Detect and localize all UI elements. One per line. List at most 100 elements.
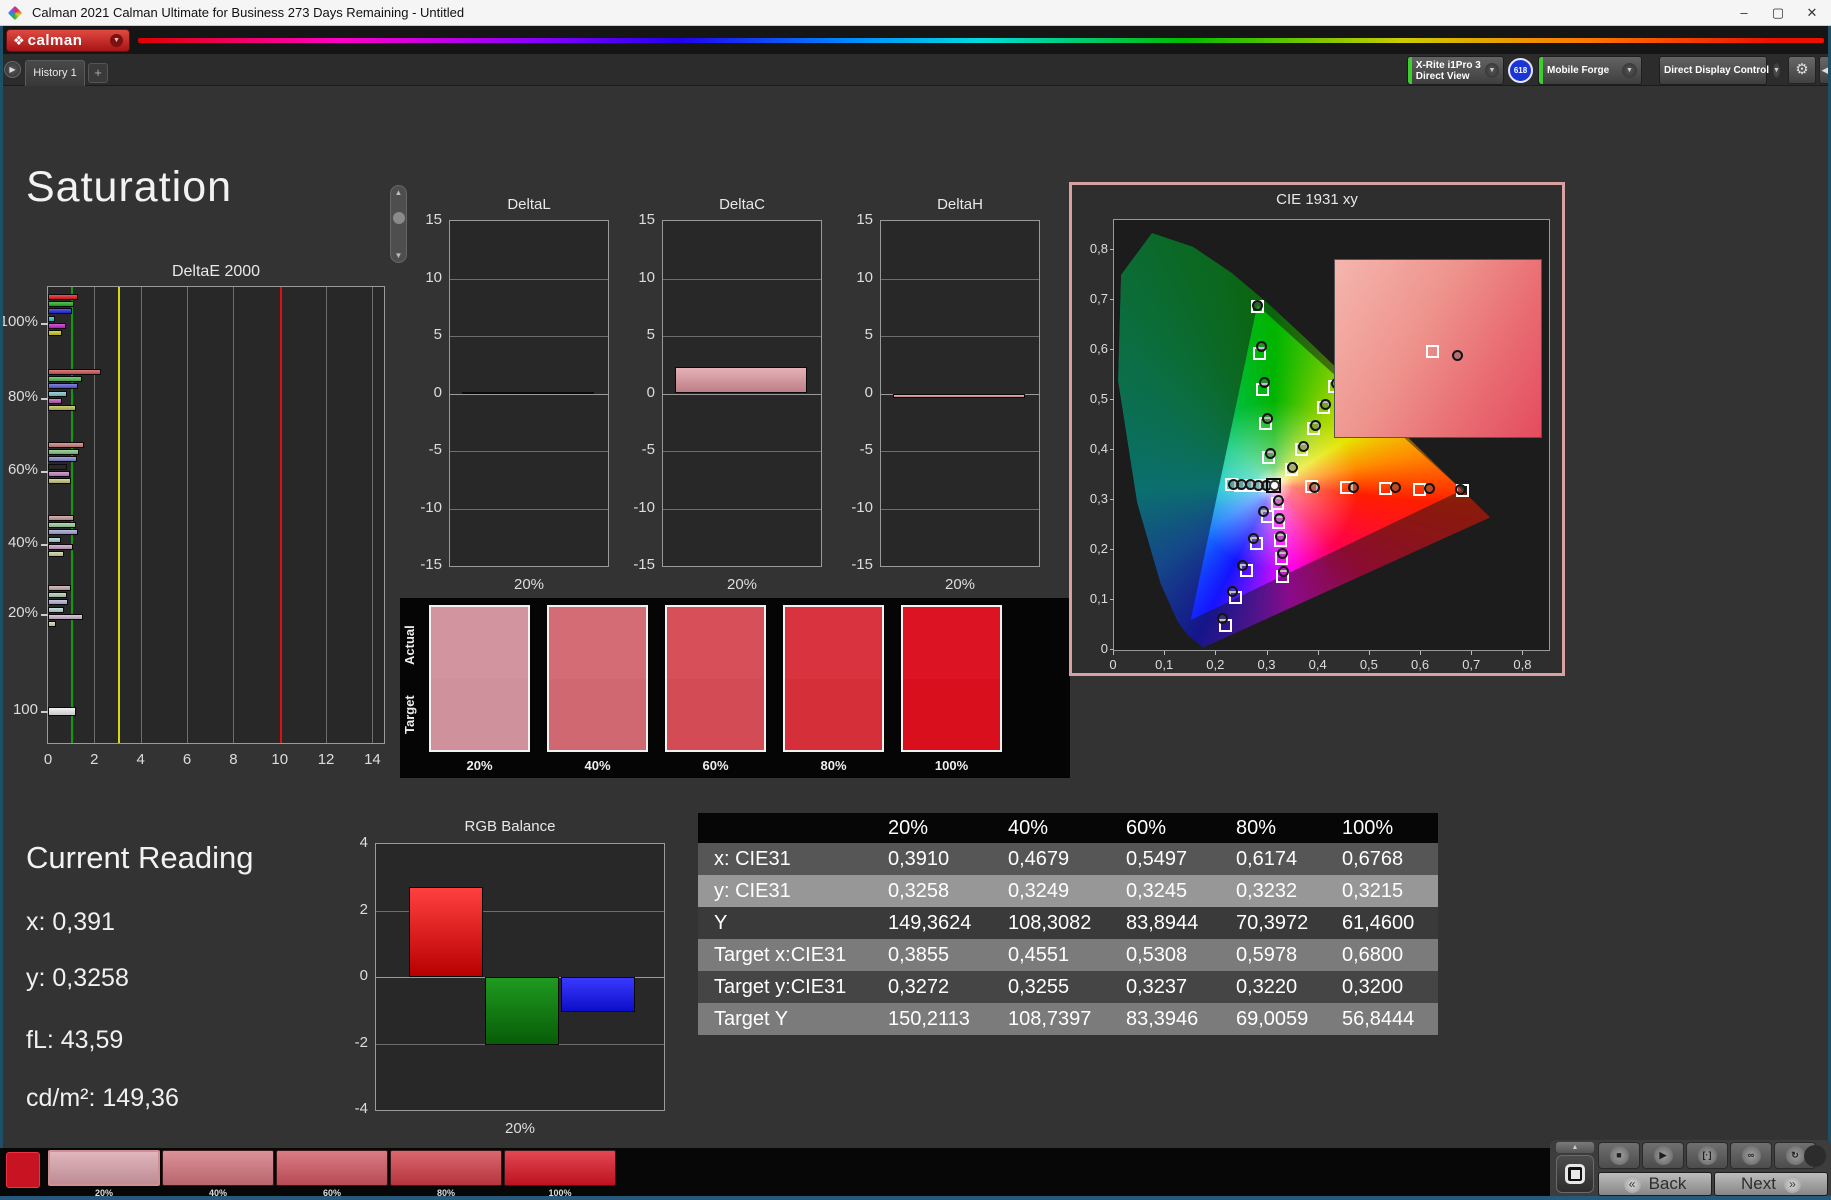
refresh-icon: ↻: [1785, 1146, 1805, 1165]
deltae-gridline: [233, 287, 235, 743]
swatch-target-100%: [903, 678, 1000, 750]
deltae-bar-100%-5: [48, 330, 63, 336]
transport-interval-button[interactable]: [·]: [1686, 1142, 1728, 1169]
table-cell: 61,4600: [1342, 911, 1415, 934]
saturation-thumbnail-100%[interactable]: [504, 1150, 616, 1186]
back-button[interactable]: « Back: [1598, 1172, 1712, 1196]
rgb-ylabel: 2: [359, 900, 368, 918]
cie-ytick-label: 0,8: [1089, 241, 1108, 256]
deltae-xlabel: 14: [364, 751, 381, 768]
deltaH-ylabel: 0: [864, 383, 873, 401]
calman-logo-text: calman: [27, 32, 83, 49]
deltaL-ylabel: -5: [428, 441, 442, 458]
settings-button[interactable]: ⚙: [1788, 56, 1816, 84]
transport-inactive-button[interactable]: [1804, 1145, 1826, 1167]
deltae-bar-60%-4: [48, 470, 70, 477]
tab-history-1[interactable]: History 1: [25, 60, 85, 86]
deltaH-chart: 15 10 5 0 -5 -10 -15 20%: [851, 211, 1040, 593]
read-continuous-button[interactable]: [1556, 1155, 1594, 1193]
deltaC-ylabel: -5: [641, 441, 655, 458]
transport-play-button[interactable]: ▶: [1642, 1142, 1684, 1169]
deltae-xlabel: 2: [90, 751, 99, 768]
chevron-left-icon: «: [1623, 1175, 1641, 1193]
swatch-60%: [665, 605, 766, 752]
deltae-xlabel: 10: [271, 751, 289, 768]
deltaL-title: DeltaL: [507, 196, 551, 213]
swatch-20%: [429, 605, 530, 752]
swatch-target-80%: [785, 678, 882, 750]
maximize-button[interactable]: ▢: [1761, 0, 1795, 25]
deltae-chart-title: DeltaE 2000: [171, 263, 261, 280]
deltaL-ylabel: 5: [433, 326, 442, 343]
cie-xtick-label: 0,1: [1155, 657, 1174, 672]
display-control-dropdown[interactable]: Direct Display Control ▼: [1659, 56, 1780, 85]
table-cell: 56,8444: [1342, 1007, 1415, 1030]
cie-ytick-label: 0,5: [1089, 391, 1108, 406]
cie-ytick-label: 0,7: [1089, 291, 1108, 306]
swatch-actual-40%: [549, 607, 646, 679]
deltaH-ylabel: -15: [851, 556, 873, 573]
scroll-down-icon[interactable]: ▼: [391, 251, 406, 260]
table-cell: 0,5978: [1236, 943, 1298, 966]
deltaC-xlabel: 20%: [726, 576, 758, 593]
deltaC-gridline: [663, 451, 821, 452]
deltaH-gridline: [881, 278, 1039, 280]
app-icon: [7, 5, 23, 21]
cie-xtick-label: 0,3: [1257, 657, 1276, 672]
deltaL-gridline: [450, 393, 608, 395]
page-title: Saturation: [26, 163, 233, 211]
saturation-thumbnail-40%[interactable]: [162, 1150, 274, 1186]
level-up-button[interactable]: ▲: [1556, 1142, 1594, 1153]
table-cell: 0,3258: [888, 879, 950, 902]
add-tab-button[interactable]: +: [88, 63, 108, 83]
chevron-down-icon: ▼: [1622, 63, 1637, 78]
close-button[interactable]: ✕: [1795, 0, 1829, 25]
cie-measured-point-green: [1251, 299, 1263, 311]
current-reading-y: y: 0,3258: [26, 964, 129, 992]
cie-inset-measured: [1452, 350, 1464, 362]
chevron-down-icon: ▼: [1773, 63, 1780, 78]
deltae-gridline: [372, 287, 374, 743]
table-cell: 0,3910: [888, 847, 950, 870]
table-row: Target Y 150,2113 108,7397 83,3946 69,0059 56…: [698, 1003, 1438, 1035]
deltae-bar-80%-1: [48, 376, 82, 383]
meter-dropdown[interactable]: X-Rite i1Pro 3 Direct View ▼: [1407, 56, 1504, 85]
transport-continuous-button[interactable]: ∞: [1730, 1142, 1772, 1169]
table-row: Y 149,3624 108,3082 83,8944 70,3972 61,4600: [698, 907, 1438, 939]
deltaC-ylabel: 15: [638, 211, 655, 228]
color-checker-chip[interactable]: [6, 1152, 40, 1188]
meter-count-badge[interactable]: 618: [1508, 58, 1533, 83]
scroll-up-icon[interactable]: ▲: [391, 188, 406, 197]
table-row: Target y:CIE31 0,3272 0,3255 0,3237 0,3220 0,…: [698, 971, 1438, 1003]
table-cell: 0,3245: [1126, 879, 1188, 902]
cie-measured-point-green: [1255, 340, 1267, 352]
transport-stop-button[interactable]: ■: [1598, 1142, 1640, 1169]
next-button[interactable]: Next »: [1714, 1172, 1828, 1196]
scroll-thumb[interactable]: [393, 212, 405, 224]
window-title: Calman 2021 Calman Ultimate for Business…: [32, 5, 465, 20]
saturation-thumbnail-80%[interactable]: [390, 1150, 502, 1186]
tab-scroll-button[interactable]: ▶: [4, 61, 21, 78]
table-cell: 0,4551: [1008, 943, 1070, 966]
table-header-cell: 60%: [1118, 813, 1228, 843]
cie-ytick: [1110, 249, 1114, 250]
deltae-ylabel: 100: [12, 701, 38, 718]
window-edge-left: [0, 26, 3, 1200]
swatch-actual-20%: [431, 607, 528, 679]
table-cell: 0,3232: [1236, 879, 1298, 902]
source-dropdown[interactable]: Mobile Forge ▼: [1538, 56, 1642, 85]
cie-measured-point-magenta: [1276, 548, 1288, 559]
swatch-label: 100%: [934, 758, 969, 773]
calman-menu-button[interactable]: ❖ calman ▼: [6, 29, 130, 52]
interval-icon: [·]: [1697, 1146, 1717, 1165]
cie-ytick-label: 0,4: [1089, 441, 1108, 456]
minimize-button[interactable]: –: [1727, 0, 1761, 25]
next-label: Next: [1741, 1174, 1776, 1193]
cie-measured-point-red: [1347, 482, 1359, 494]
deltae-bar-20%-2: [48, 599, 68, 606]
deltaC-ylabel: 10: [638, 268, 655, 286]
deltaC-title: DeltaC: [719, 196, 765, 213]
saturation-thumbnail-20%[interactable]: [48, 1150, 160, 1186]
saturation-thumbnail-60%[interactable]: [276, 1150, 388, 1186]
cie-ytick: [1110, 349, 1114, 350]
